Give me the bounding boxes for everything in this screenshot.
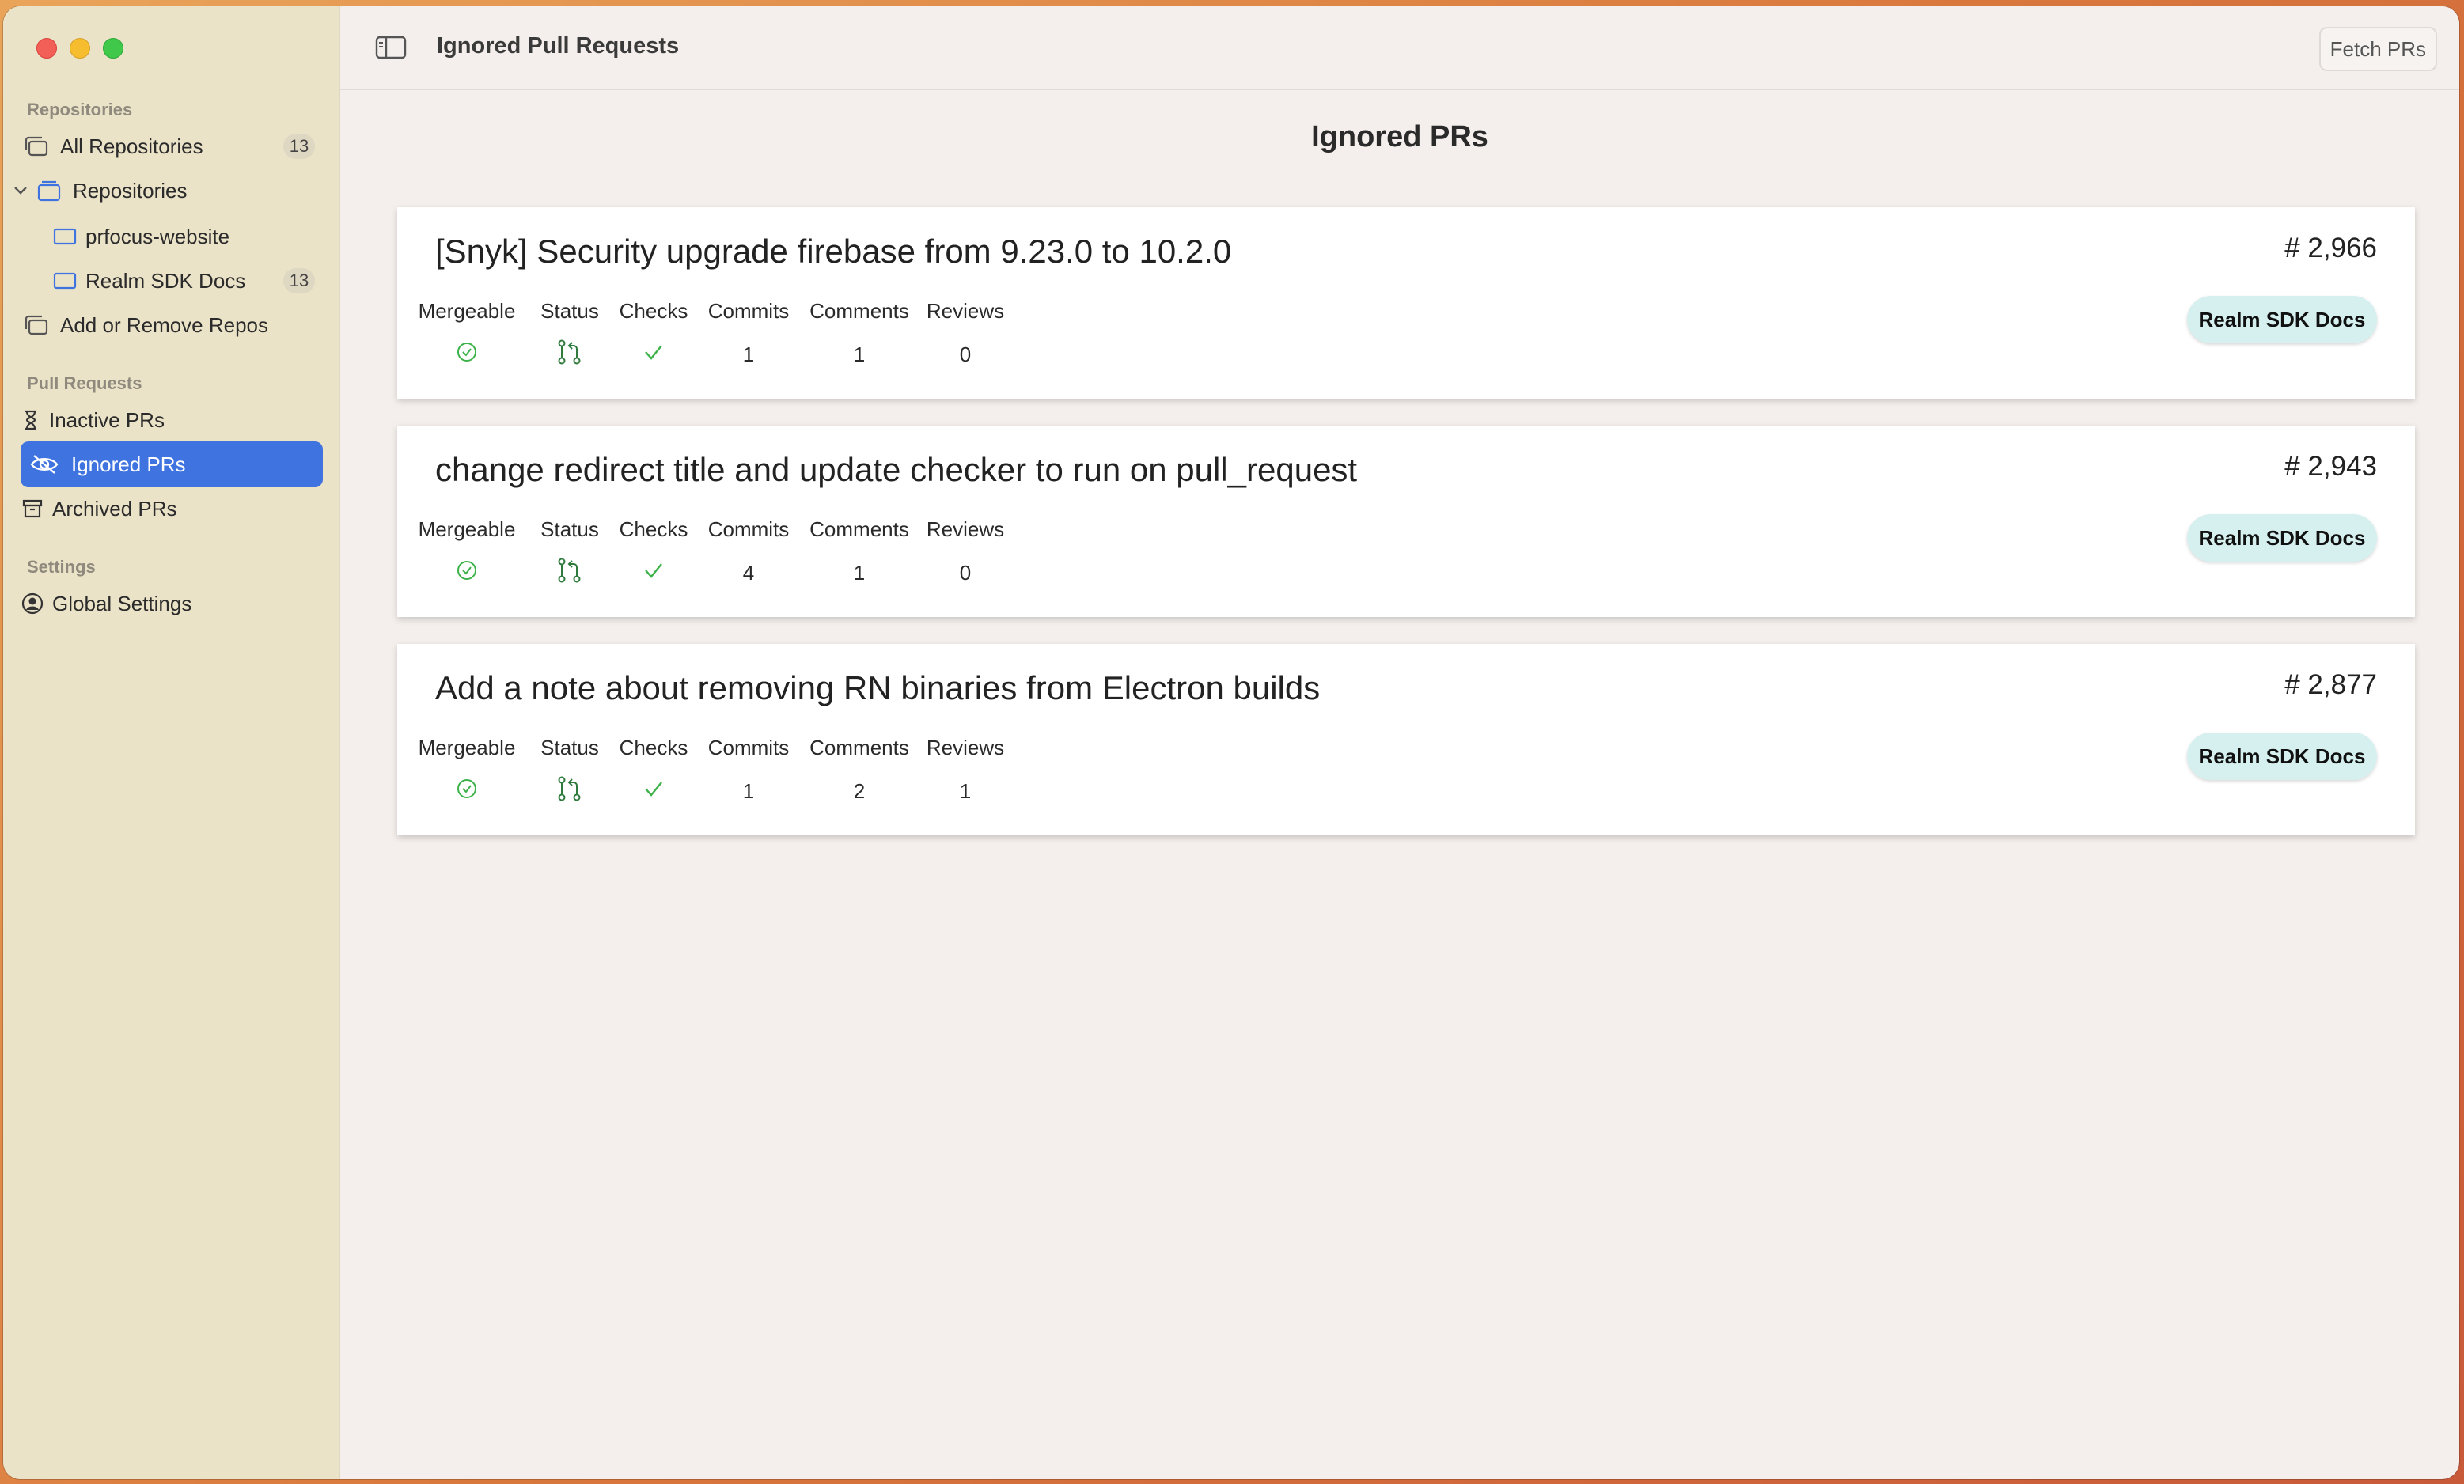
sidebar-item-prfocus-website[interactable]: prfocus-website bbox=[52, 214, 323, 259]
repo-tag[interactable]: Realm SDK Docs bbox=[2187, 296, 2377, 343]
reviews-column: Reviews 0 bbox=[902, 517, 1029, 586]
sidebar-item-label: Inactive PRs bbox=[49, 407, 165, 432]
sidebar-item-repositories[interactable]: Repositories bbox=[11, 168, 313, 214]
pr-title[interactable]: change redirect title and update checker… bbox=[435, 451, 1357, 489]
app-window: Repositories All Repositories 13 Reposit… bbox=[3, 6, 2459, 1479]
sidebar-item-label: Global Settings bbox=[52, 591, 192, 615]
checks-passed-icon bbox=[643, 343, 664, 367]
count-badge: 13 bbox=[283, 134, 315, 159]
page-title: Ignored PRs bbox=[1311, 120, 1488, 153]
pr-title[interactable]: [Snyk] Security upgrade firebase from 9.… bbox=[435, 233, 1231, 271]
sidebar-item-label: All Repositories bbox=[60, 134, 203, 158]
reviews-column: Reviews 0 bbox=[902, 299, 1029, 368]
minimize-window-button[interactable] bbox=[70, 38, 90, 59]
pr-title[interactable]: Add a note about removing RN binaries fr… bbox=[435, 669, 1320, 707]
sidebar-item-archived-prs[interactable]: Archived PRs bbox=[21, 486, 323, 532]
count-badge: 13 bbox=[283, 268, 315, 293]
sidebar: Repositories All Repositories 13 Reposit… bbox=[3, 6, 340, 1479]
sidebar-item-label: Realm SDK Docs bbox=[85, 268, 246, 293]
checks-passed-icon bbox=[643, 779, 664, 804]
checks-passed-icon bbox=[643, 561, 664, 585]
repository-group-icon bbox=[33, 175, 65, 206]
pr-number: # 2,943 bbox=[2284, 451, 2377, 482]
zoom-window-button[interactable] bbox=[103, 38, 123, 59]
stacked-folders-icon bbox=[21, 131, 52, 162]
repo-icon bbox=[52, 221, 78, 252]
pr-card[interactable]: Add a note about removing RN binaries fr… bbox=[397, 644, 2415, 835]
mergeable-check-icon bbox=[457, 342, 477, 368]
pr-card[interactable]: change redirect title and update checker… bbox=[397, 426, 2415, 617]
reviews-count: 0 bbox=[959, 342, 972, 366]
sidebar-item-label: Repositories bbox=[73, 178, 188, 203]
sidebar-item-global-settings[interactable]: Global Settings bbox=[21, 581, 323, 627]
eye-slash-icon bbox=[28, 449, 60, 480]
sidebar-item-add-remove-repos[interactable]: Add or Remove Repos bbox=[21, 302, 323, 348]
reviews-header: Reviews bbox=[926, 517, 1005, 541]
sidebar-item-ignored-prs[interactable]: Ignored PRs bbox=[21, 441, 323, 487]
pull-request-status-icon bbox=[555, 339, 584, 370]
reviews-column: Reviews 1 bbox=[902, 736, 1029, 804]
pull-request-status-icon bbox=[555, 558, 584, 589]
commits-count: 4 bbox=[742, 560, 755, 585]
pr-number: # 2,966 bbox=[2284, 233, 2377, 263]
section-label-pull-requests: Pull Requests bbox=[27, 373, 142, 393]
repo-tag[interactable]: Realm SDK Docs bbox=[2187, 514, 2377, 562]
commits-column: Commits 1 bbox=[685, 736, 812, 804]
reviews-count: 1 bbox=[959, 778, 972, 803]
sidebar-item-realm-sdk-docs[interactable]: Realm SDK Docs 13 bbox=[52, 258, 323, 304]
reviews-header: Reviews bbox=[926, 736, 1005, 759]
section-label-settings: Settings bbox=[27, 557, 96, 577]
comments-count: 2 bbox=[853, 778, 866, 803]
reviews-header: Reviews bbox=[926, 299, 1005, 323]
commits-header: Commits bbox=[707, 517, 790, 541]
person-circle-icon bbox=[21, 588, 44, 619]
stacked-folders-icon bbox=[21, 309, 52, 341]
chevron-down-icon[interactable] bbox=[11, 186, 30, 195]
sidebar-item-all-repositories[interactable]: All Repositories 13 bbox=[21, 123, 323, 169]
fetch-prs-button[interactable]: Fetch PRs bbox=[2318, 27, 2437, 71]
section-label-repositories: Repositories bbox=[27, 100, 133, 119]
pull-request-status-icon bbox=[555, 776, 584, 807]
pr-number: # 2,877 bbox=[2284, 669, 2377, 700]
commits-header: Commits bbox=[707, 299, 790, 323]
sidebar-item-label: Ignored PRs bbox=[71, 452, 186, 476]
toolbar: Ignored Pull Requests Fetch PRs bbox=[340, 6, 2459, 90]
repo-icon bbox=[52, 265, 78, 297]
repo-tag[interactable]: Realm SDK Docs bbox=[2187, 733, 2377, 780]
sidebar-item-label: prfocus-website bbox=[85, 224, 230, 248]
commits-header: Commits bbox=[707, 736, 790, 759]
sidebar-item-inactive-prs[interactable]: Inactive PRs bbox=[21, 397, 323, 443]
reviews-count: 0 bbox=[959, 560, 972, 585]
sidebar-item-label: Add or Remove Repos bbox=[60, 312, 269, 337]
main-content: Ignored PRs [Snyk] Security upgrade fire… bbox=[340, 90, 2459, 1479]
close-window-button[interactable] bbox=[36, 38, 57, 59]
window-controls bbox=[36, 38, 123, 59]
archive-box-icon bbox=[21, 493, 44, 524]
comments-count: 1 bbox=[853, 560, 866, 585]
hourglass-icon bbox=[21, 404, 41, 436]
comments-count: 1 bbox=[853, 342, 866, 366]
sidebar-item-label: Archived PRs bbox=[52, 496, 177, 521]
mergeable-check-icon bbox=[457, 778, 477, 804]
commits-count: 1 bbox=[742, 778, 755, 803]
commits-column: Commits 1 bbox=[685, 299, 812, 368]
mergeable-check-icon bbox=[457, 560, 477, 586]
pr-card[interactable]: [Snyk] Security upgrade firebase from 9.… bbox=[397, 207, 2415, 399]
sidebar-toggle-icon[interactable] bbox=[375, 35, 407, 60]
commits-column: Commits 4 bbox=[685, 517, 812, 586]
toolbar-title: Ignored Pull Requests bbox=[437, 33, 680, 59]
commits-count: 1 bbox=[742, 342, 755, 366]
